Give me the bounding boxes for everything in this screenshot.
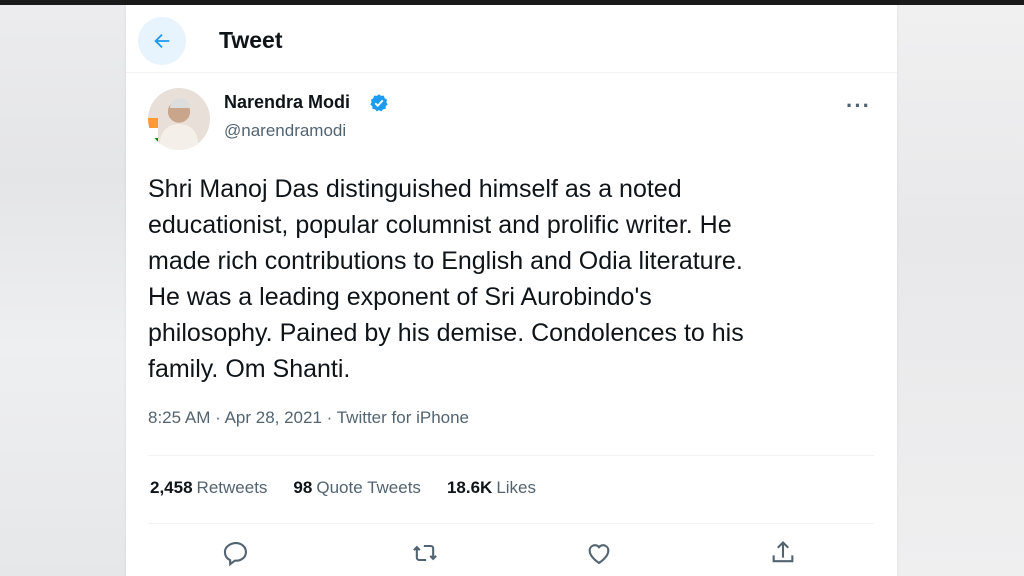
tweet-date[interactable]: Apr 28, 2021 bbox=[225, 408, 322, 427]
retweet-icon[interactable] bbox=[411, 539, 439, 567]
divider bbox=[148, 523, 874, 524]
quotes-label: Quote Tweets bbox=[316, 478, 421, 497]
tweet-header: Tweet bbox=[126, 5, 897, 73]
tweet-actions bbox=[126, 535, 897, 575]
tweet-card: Tweet Narendra Modi @narendramodi ··· Sh… bbox=[126, 5, 897, 576]
retweets-label: Retweets bbox=[196, 478, 268, 497]
tweet-line: Shri Manoj Das distinguished himself as … bbox=[148, 175, 682, 203]
avatar-hair bbox=[170, 98, 190, 108]
tweet-line: He was a leading exponent of Sri Aurobin… bbox=[148, 283, 652, 311]
divider bbox=[148, 455, 874, 456]
meta-separator: · bbox=[326, 408, 337, 427]
tweet-line: family. Om Shanti. bbox=[148, 355, 351, 383]
retweets-stat[interactable]: 2,458 Retweets bbox=[150, 478, 267, 498]
likes-stat[interactable]: 18.6K Likes bbox=[447, 478, 536, 498]
page-title: Tweet bbox=[219, 27, 283, 53]
author-handle[interactable]: @narendramodi bbox=[224, 121, 346, 141]
tweet-source[interactable]: Twitter for iPhone bbox=[337, 408, 469, 427]
retweets-count: 2,458 bbox=[150, 478, 193, 497]
more-icon[interactable]: ··· bbox=[846, 93, 871, 119]
heart-icon[interactable] bbox=[585, 539, 613, 567]
meta-separator: · bbox=[215, 408, 225, 427]
quotes-stat[interactable]: 98 Quote Tweets bbox=[293, 478, 421, 498]
avatar[interactable] bbox=[148, 88, 210, 150]
verified-badge-icon bbox=[370, 94, 388, 112]
arrow-left-icon bbox=[154, 33, 170, 49]
background-left bbox=[0, 5, 126, 576]
back-button[interactable] bbox=[138, 17, 186, 65]
tweet-line: philosophy. Pained by his demise. Condol… bbox=[148, 319, 744, 347]
likes-label: Likes bbox=[496, 478, 536, 497]
background-right bbox=[897, 5, 1024, 576]
likes-count: 18.6K bbox=[446, 478, 493, 497]
reply-icon[interactable] bbox=[222, 539, 250, 567]
tweet-line: educationist, popular columnist and prol… bbox=[148, 211, 732, 239]
tweet-text: Shri Manoj Das distinguished himself as … bbox=[148, 171, 868, 387]
avatar-body bbox=[160, 124, 198, 150]
tweet-meta: 8:25 AM · Apr 28, 2021 · Twitter for iPh… bbox=[148, 408, 469, 428]
quotes-count: 98 bbox=[293, 478, 313, 497]
author-name[interactable]: Narendra Modi bbox=[224, 92, 350, 113]
tweet-time[interactable]: 8:25 AM bbox=[148, 408, 210, 427]
share-icon[interactable] bbox=[769, 539, 797, 567]
tweet-line: made rich contributions to English and O… bbox=[148, 247, 743, 275]
avatar-flag bbox=[148, 118, 158, 148]
tweet-stats: 2,458 Retweets 98 Quote Tweets 18.6K Likes bbox=[150, 478, 536, 498]
